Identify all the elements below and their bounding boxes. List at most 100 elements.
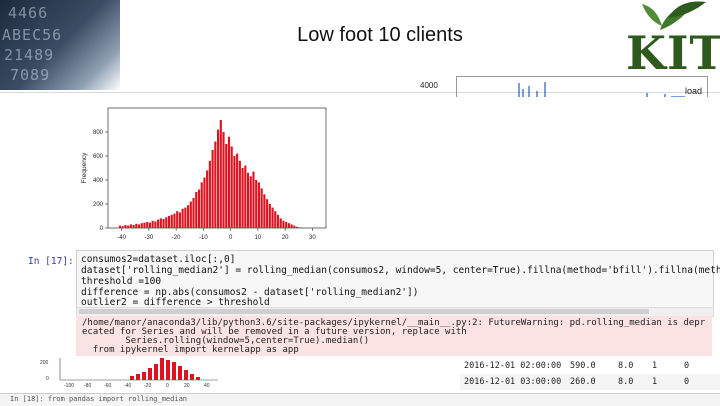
histogram-bar [247, 173, 249, 228]
warning-output: /home/manor/anaconda3/lib/python3.6/site… [76, 316, 712, 356]
histogram-bar [236, 154, 238, 228]
histogram-bar [214, 142, 216, 228]
table-cell: 260.0 [570, 377, 596, 387]
table-row: 2016-12-01 03:00:00 260.0 8.0 1 0 [460, 374, 720, 390]
code-line: dataset['rolling_median2'] = rolling_med… [81, 265, 720, 276]
histogram-bar [195, 192, 197, 228]
histogram-bar [239, 161, 241, 228]
histogram-bar [220, 120, 222, 228]
histogram-bar [130, 224, 132, 228]
histogram-bar [225, 144, 227, 228]
dataframe-table: 2016-12-01 02:00:00 590.0 8.0 1 0 2016-1… [460, 356, 720, 390]
top-chart-legend: load [685, 86, 702, 96]
mini-xtick: -100 [64, 383, 74, 389]
bottom-code-text: In [18]: from pandas import rolling_medi… [10, 395, 187, 403]
histogram-bar [190, 202, 192, 228]
bg-number: 4466 [8, 4, 48, 22]
y-tick-label: 400 [93, 178, 104, 184]
histogram-bar [198, 190, 200, 228]
histogram-bar [277, 215, 279, 228]
code-line: threshold =100 [81, 276, 161, 287]
x-tick-label: 20 [282, 235, 289, 241]
histogram-bar [176, 211, 178, 228]
table-cell: 0 [684, 361, 689, 371]
histogram-bar [119, 226, 121, 228]
histogram-bar [122, 226, 124, 228]
histogram-bar [228, 137, 230, 228]
histogram-bar [133, 225, 135, 228]
code-cell[interactable]: consumos2=dataset.iloc[:,0] dataset['rol… [76, 250, 714, 308]
histogram-bar [209, 161, 211, 228]
histogram-bar [291, 224, 293, 228]
mini-xtick: -40 [124, 383, 131, 389]
table-cell: 8.0 [618, 361, 633, 371]
histogram-bar [296, 227, 298, 228]
histogram-bar [280, 218, 282, 228]
histogram-bar [261, 188, 263, 228]
x-tick-label: -20 [172, 235, 181, 241]
histogram-bar [250, 176, 252, 228]
x-tick-label: -10 [199, 235, 208, 241]
histogram-bar [269, 204, 271, 228]
table-cell: 2016-12-01 03:00:00 [464, 377, 561, 387]
histogram-bar [168, 216, 170, 228]
y-tick-label: 600 [93, 154, 104, 160]
next-code-cell[interactable]: In [18]: from pandas import rolling_medi… [0, 393, 720, 406]
histogram-bar [299, 227, 301, 228]
histogram-bar [282, 221, 284, 228]
mini-histogram: 200 0 -100 -80 -60 -40 -20 0 20 40 [40, 356, 220, 390]
histogram-bar [252, 172, 254, 228]
y-tick-label: 200 [93, 202, 104, 208]
histogram-bar [182, 209, 184, 228]
histogram-bar [192, 198, 194, 228]
histogram-bar [171, 215, 173, 228]
histogram-bar [157, 220, 159, 228]
x-tick-label: -30 [145, 235, 154, 241]
histogram-bar [293, 226, 295, 228]
histogram-bar [212, 150, 214, 228]
mini-xtick: -80 [84, 383, 91, 389]
histogram-bar [165, 217, 167, 228]
histogram-bar [203, 178, 205, 228]
histogram-bar [222, 132, 224, 228]
mini-xtick: -60 [104, 383, 111, 389]
mini-xtick: 0 [166, 383, 169, 389]
histogram-bar [231, 146, 233, 228]
x-tick-label: 30 [309, 235, 316, 241]
histogram-bar [160, 218, 162, 228]
x-tick-label: 10 [255, 235, 262, 241]
code-line: consumos2=dataset.iloc[:,0] [81, 254, 235, 265]
histogram-bar [149, 223, 151, 228]
histogram-bar [206, 170, 208, 228]
histogram-bar [146, 222, 148, 228]
mini-ytick: 200 [40, 360, 49, 366]
y-tick-label: 0 [100, 226, 104, 232]
bg-number: 7089 [10, 66, 50, 84]
histogram-bar [258, 182, 260, 228]
histogram-bar [135, 224, 137, 228]
histogram-bar [242, 168, 244, 228]
y-tick-label: 800 [93, 130, 104, 136]
table-cell: 0 [684, 377, 689, 387]
mini-ytick: 0 [46, 376, 49, 382]
slide-title: Low foot 10 clients [220, 24, 540, 47]
table-cell: 1 [652, 377, 657, 387]
x-tick-label: -40 [117, 235, 126, 241]
scrollbar-thumb[interactable] [79, 309, 649, 314]
bg-number: ABEC56 [2, 26, 62, 44]
histogram-bar [143, 223, 145, 228]
table-cell: 1 [652, 361, 657, 371]
histogram-bar [141, 223, 143, 228]
table-cell: 590.0 [570, 361, 596, 371]
histogram-bar [272, 208, 274, 228]
histogram-bar [187, 205, 189, 228]
histogram-bar [244, 166, 246, 228]
histogram-bar [163, 219, 165, 228]
x-tick-label: 0 [229, 235, 233, 241]
histogram-bar [152, 221, 154, 228]
y-axis-label: Frequency [81, 152, 88, 183]
frequency-histogram: -40 -30 -20 -10 0 10 20 30 0 200 400 600 800 Frequenc… [78, 100, 338, 250]
histogram-bar [217, 130, 219, 228]
histogram-bar [138, 224, 140, 228]
histogram-bar [124, 225, 126, 228]
